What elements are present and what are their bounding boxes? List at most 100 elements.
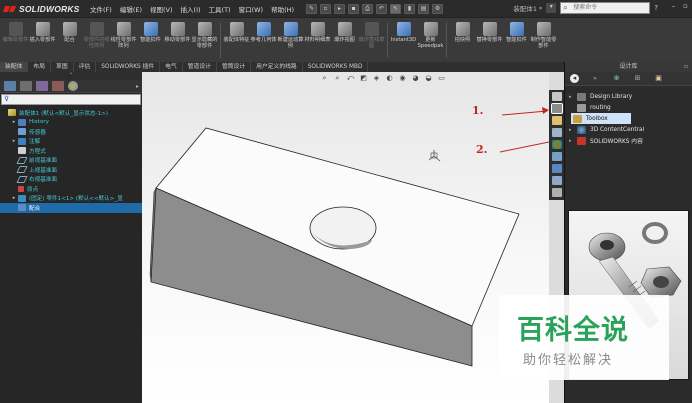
custom-properties-tab-icon[interactable] <box>551 152 562 161</box>
library-item[interactable]: ▸ SOLIDWORKS 内容 <box>565 135 692 146</box>
dimxpert-manager-tab-icon[interactable] <box>52 81 64 91</box>
back-icon[interactable]: ◂ <box>570 74 579 83</box>
menu-item[interactable]: 视图(V) <box>146 4 177 14</box>
toolbar-button[interactable]: 智能扣件 <box>137 20 164 60</box>
rebuild-icon[interactable]: ▮ <box>404 3 416 14</box>
toolbar-button[interactable]: 编辑零部件 <box>2 20 29 60</box>
resources-tab-icon[interactable] <box>551 176 562 185</box>
toolbar-button[interactable]: 爆炸视图 <box>331 20 358 60</box>
open-icon[interactable]: ▸ <box>334 3 346 14</box>
minimize-icon[interactable]: – <box>669 2 678 13</box>
cm-tab[interactable]: 装配体 <box>0 62 29 72</box>
pane-grip-icon[interactable]: ⌃ <box>0 72 142 80</box>
property-manager-tab-icon[interactable] <box>20 81 32 91</box>
cm-tab[interactable]: SOLIDWORKS MBD <box>303 62 369 72</box>
toolbar-button[interactable]: 线性零部件阵列 <box>110 20 137 60</box>
menu-item[interactable]: 工具(T) <box>205 4 235 14</box>
display-manager-tab-icon[interactable] <box>68 81 78 91</box>
toolbar-button-icon <box>229 22 244 36</box>
expand-icon[interactable]: ▸ <box>569 127 577 133</box>
cm-tab[interactable]: 电气 <box>160 62 183 72</box>
tree-item[interactable]: ▸ (固定) 零件1<1> (默认<<默认>_显 <box>0 194 142 204</box>
cm-tab[interactable]: 评估 <box>74 62 97 72</box>
tree-item[interactable]: 方程式 <box>0 146 142 156</box>
save-icon[interactable]: ▪ <box>348 3 360 14</box>
toolbar-button[interactable]: 制作智能零部件 <box>530 20 557 60</box>
new-document-icon[interactable]: ▫ <box>320 3 332 14</box>
tree-item[interactable]: 上视基准面 <box>0 165 142 175</box>
toolbar-button[interactable]: 参考几何体 <box>250 20 277 60</box>
appearances-tab-icon[interactable] <box>551 140 562 149</box>
pin-pane-icon[interactable]: ▫ <box>684 62 688 72</box>
tree-item[interactable]: 装配体1 (默认<默认_显示状态-1>) <box>0 108 142 118</box>
toolbar-button[interactable]: 新建运动算例 <box>277 20 304 60</box>
file-properties-icon[interactable]: ▤ <box>418 3 430 14</box>
expand-icon[interactable]: ▸ <box>10 119 18 125</box>
cm-tab[interactable]: 草图 <box>51 62 74 72</box>
feature-manager-tab-icon[interactable] <box>4 81 16 91</box>
menu-item[interactable]: 窗口(W) <box>235 4 268 14</box>
library-item[interactable]: routing <box>565 102 692 113</box>
toolbar-button[interactable]: 智能扣件 <box>503 20 530 60</box>
menu-item[interactable]: 插入(I) <box>177 4 205 14</box>
select-icon[interactable]: ↖ <box>390 3 402 14</box>
tree-item[interactable]: ▸ 注解 <box>0 137 142 147</box>
tree-item[interactable]: ▸ History <box>0 118 142 128</box>
menu-item[interactable]: 文件(F) <box>86 4 116 14</box>
add-file-location-icon[interactable]: ⊞ <box>633 74 642 83</box>
toolbar-button[interactable]: 爆炸直线草图 <box>358 20 385 60</box>
library-item[interactable]: ▸ 3D ContentCentral <box>565 124 692 135</box>
cm-tab[interactable]: 用户定义的线路 <box>251 62 303 72</box>
toolbar-button[interactable]: 拍快照 <box>449 20 476 60</box>
configuration-manager-tab-icon[interactable] <box>36 81 48 91</box>
add-to-library-icon[interactable]: ⊕ <box>612 74 621 83</box>
print-icon[interactable]: ⎙ <box>362 3 374 14</box>
undo-icon[interactable]: ↶ <box>376 3 388 14</box>
library-item[interactable]: Toolbox <box>571 113 631 124</box>
file-explorer-tab-icon[interactable] <box>551 116 562 125</box>
tree-item[interactable]: 右视基准面 <box>0 175 142 185</box>
graphics-area[interactable]: ⌕ ⌕ ⤺ ◩ ◈ ◐ ◉ ◕ ◒ ▭ 1. 2. <box>142 72 549 403</box>
cm-tab[interactable]: SOLIDWORKS 插件 <box>96 62 161 72</box>
cm-tab[interactable]: 布局 <box>28 62 52 72</box>
create-folder-icon[interactable]: ▣ <box>654 74 663 83</box>
toolbar-button[interactable]: Instant3D <box>390 20 417 60</box>
search-scope-icon[interactable]: ▾ <box>546 3 557 13</box>
toolbar-button[interactable]: 零部件的线性阵列 <box>83 20 110 60</box>
toolbar-button[interactable]: 显示隐藏的零部件 <box>191 20 218 60</box>
tree-item[interactable]: 前视基准面 <box>0 156 142 166</box>
search-input[interactable]: 搜索命令 <box>560 2 651 14</box>
tree-item[interactable]: 传感器 <box>0 127 142 137</box>
help-icon[interactable]: ? <box>654 4 658 12</box>
expand-icon[interactable]: ▸ <box>569 138 577 144</box>
tree-filter-input[interactable]: ⊽ <box>1 94 141 105</box>
solidworks-logo[interactable]: SOLIDWORKS <box>0 4 86 14</box>
forum-tab-icon[interactable] <box>551 164 562 173</box>
expand-icon[interactable]: ▸ <box>10 138 18 144</box>
cm-tab[interactable]: 管道设计 <box>183 62 217 72</box>
toolbar-button[interactable]: 装配体特征 <box>223 20 250 60</box>
forward-icon[interactable]: ▸ <box>591 74 600 83</box>
tree-item[interactable]: 原点 <box>0 184 142 194</box>
toolbar-button[interactable]: 更新Speedpak <box>417 20 444 60</box>
pin-icon[interactable]: ✎ <box>306 3 318 14</box>
design-library-tab-icon[interactable] <box>550 103 563 114</box>
options-icon[interactable]: ⚙ <box>432 3 444 14</box>
toolbox-tab-icon[interactable] <box>551 188 562 197</box>
tree-item[interactable]: 配合 <box>0 203 142 213</box>
home-tab-icon[interactable] <box>551 92 562 101</box>
maximize-icon[interactable]: ▫ <box>681 2 690 13</box>
toolbar-button[interactable]: 插入零部件 <box>29 20 56 60</box>
menu-item[interactable]: 帮助(H) <box>267 4 298 14</box>
view-palette-tab-icon[interactable] <box>551 128 562 137</box>
expand-icon[interactable]: ▸ <box>569 94 577 100</box>
tabs-more-icon[interactable]: ▸ <box>136 83 139 90</box>
menu-item[interactable]: 编辑(E) <box>116 4 146 14</box>
toolbar-button[interactable]: 替换零部件 <box>476 20 503 60</box>
library-item[interactable]: ▸ Design Library <box>565 91 692 102</box>
toolbar-button[interactable]: 配合 <box>56 20 83 60</box>
toolbar-button[interactable]: 移动零部件 <box>164 20 191 60</box>
expand-icon[interactable]: ▸ <box>10 195 18 201</box>
toolbar-button[interactable]: 材料明细表 <box>304 20 331 60</box>
cm-tab[interactable]: 管筒设计 <box>217 62 252 72</box>
